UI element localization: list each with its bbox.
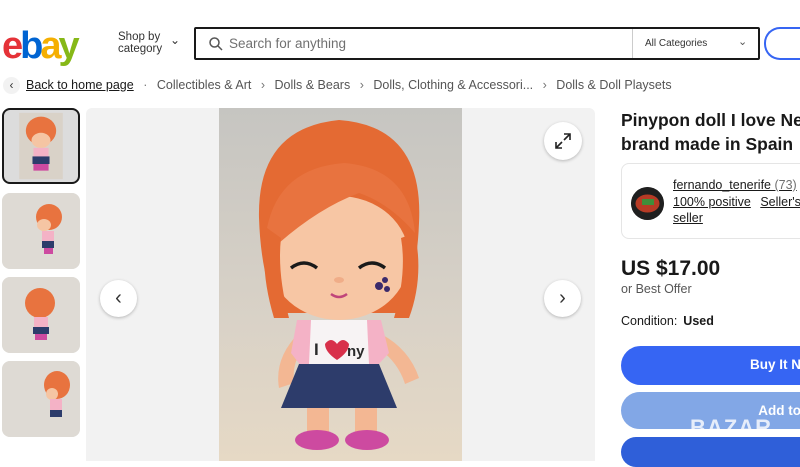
condition-label: Condition:	[621, 314, 678, 328]
expand-icon	[555, 133, 571, 149]
breadcrumb-home-link[interactable]: Back to home page	[26, 78, 134, 92]
breadcrumb: Back to home page · Collectibles & Art ›…	[26, 78, 672, 92]
search-button[interactable]	[764, 27, 800, 60]
listing-title-line: Pinypon doll I love Ne	[621, 110, 800, 130]
doll-thumbnail-image	[19, 112, 63, 180]
svg-text:ebay: ebay	[2, 25, 80, 66]
buy-it-now-label: Buy It N	[749, 357, 800, 372]
sellers-items-link[interactable]: Seller's	[760, 195, 800, 209]
watermark-text: BAZAR	[690, 415, 772, 440]
category-select[interactable]: All Categories	[645, 38, 707, 49]
back-arrow-icon[interactable]: ‹	[3, 77, 20, 94]
chevron-down-icon: ⌄	[738, 36, 748, 48]
chevron-left-icon: ‹	[115, 287, 122, 309]
search-bar[interactable]: Search for anything All Categories ⌄	[194, 27, 760, 60]
seller-name[interactable]: fernando_tenerife	[673, 178, 771, 192]
contact-seller-link[interactable]: seller	[673, 211, 703, 225]
breadcrumb-item[interactable]: Collectibles & Art	[157, 78, 251, 92]
best-offer-label: or Best Offer	[621, 282, 692, 296]
doll-thumbnail-image	[2, 193, 80, 269]
doll-thumbnail-image	[2, 361, 80, 437]
positive-feedback-link[interactable]: 100% positive	[673, 195, 751, 209]
breadcrumb-separator: ›	[260, 78, 265, 92]
doll-main-image: I ny	[219, 108, 462, 461]
condition-value: Used	[683, 314, 714, 328]
category-label: category	[118, 43, 163, 55]
thumbnail-3[interactable]	[2, 277, 80, 353]
ebay-logo[interactable]: ebay	[2, 22, 102, 66]
thumbnail-1[interactable]	[2, 108, 80, 184]
thumbnail-2[interactable]	[2, 193, 80, 269]
seller-name-link[interactable]: fernando_tenerife (73)	[673, 178, 797, 192]
breadcrumb-item[interactable]: Dolls & Bears	[274, 78, 350, 92]
breadcrumb-item[interactable]: Dolls & Doll Playsets	[556, 78, 671, 92]
listing-title: Pinypon doll I love Ne brand made in Spa…	[621, 108, 800, 156]
shop-by-category-button[interactable]: Shop by category ⌄	[118, 31, 180, 55]
listing-title-line: brand made in Spain	[621, 134, 794, 154]
search-icon	[209, 37, 223, 51]
svg-text:ny: ny	[347, 343, 365, 360]
breadcrumb-separator: ·	[143, 78, 148, 92]
buy-it-now-button[interactable]: Buy It N	[621, 346, 800, 385]
feedback-count: (73)	[774, 178, 797, 192]
doll-thumbnail-image	[2, 277, 80, 353]
breadcrumb-item[interactable]: Dolls, Clothing & Accessori...	[373, 78, 533, 92]
condition: Condition: Used	[621, 314, 714, 328]
thumbnail-4[interactable]	[2, 361, 80, 437]
chevron-down-icon: ⌄	[170, 33, 181, 47]
svg-text:I: I	[314, 340, 319, 359]
search-input[interactable]: Search for anything	[229, 36, 346, 51]
search-divider	[632, 29, 633, 58]
item-price: US $17.00	[621, 257, 721, 280]
chevron-right-icon: ›	[559, 287, 566, 309]
next-image-button[interactable]: ›	[544, 280, 581, 317]
previous-image-button[interactable]: ‹	[100, 280, 137, 317]
breadcrumb-separator: ›	[359, 78, 364, 92]
seller-feedback: 100% positive Seller's	[673, 195, 800, 209]
fullscreen-button[interactable]	[544, 122, 582, 160]
make-offer-button[interactable]	[621, 437, 800, 467]
avatar[interactable]	[631, 187, 664, 220]
shop-by-label: Shop by	[118, 31, 161, 43]
breadcrumb-separator: ›	[542, 78, 547, 92]
